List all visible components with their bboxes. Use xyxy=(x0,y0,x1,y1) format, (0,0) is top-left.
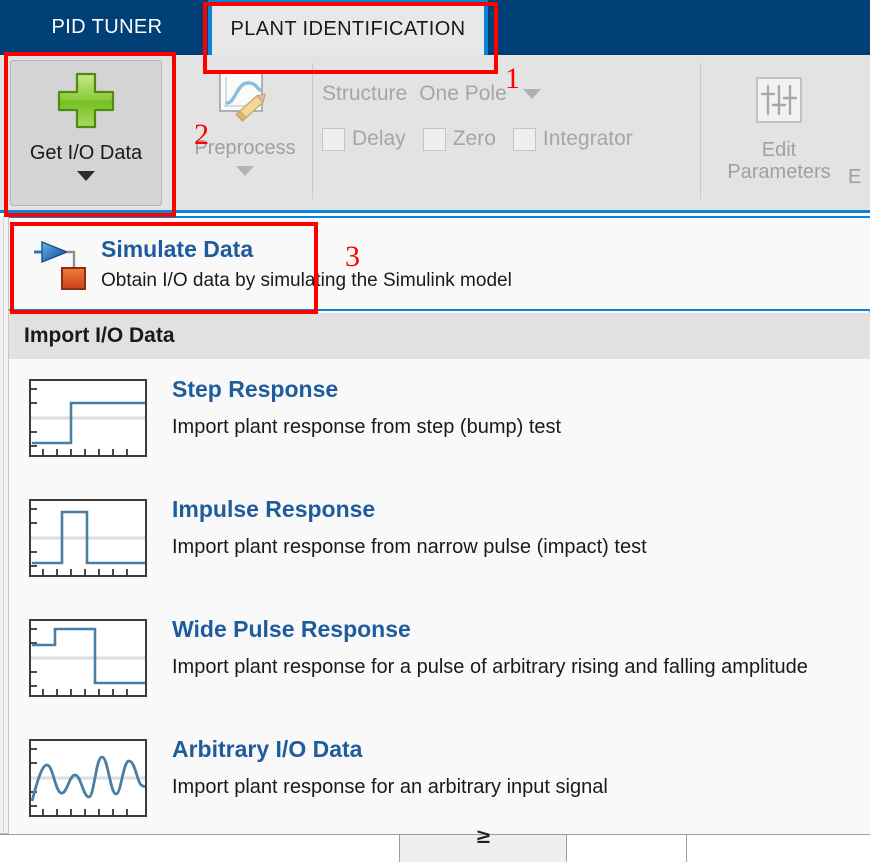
structure-group: Structure One Pole Delay Zero Integrator xyxy=(322,75,692,159)
bottom-status-strip: ≥ xyxy=(0,826,870,862)
checkbox-delay-box[interactable] xyxy=(322,127,345,151)
arbitrary-io-data-description: Import plant response for an arbitrary i… xyxy=(172,776,608,798)
impulse-plot-thumbnail xyxy=(29,499,147,577)
step-response-title: Step Response xyxy=(172,376,339,402)
preprocess-label: Preprocess xyxy=(194,137,296,159)
edit-parameters-label-line2: Parameters xyxy=(727,161,831,184)
menu-item-wide-pulse-response[interactable]: Wide Pulse Response Import plant respons… xyxy=(9,599,870,719)
checkbox-zero-box[interactable] xyxy=(422,127,446,151)
green-plus-icon xyxy=(56,71,116,134)
checkbox-zero-label: Zero xyxy=(452,127,496,150)
simulate-data-description: Obtain I/O data by simulating the Simuli… xyxy=(101,270,512,291)
structure-dropdown-value[interactable]: One Pole xyxy=(419,82,507,106)
clipped-right-label: E xyxy=(848,166,862,188)
plot-pencil-icon xyxy=(217,70,273,129)
get-io-data-label: Get I/O Data xyxy=(29,142,143,164)
wide-pulse-response-description: Import plant response for a pulse of arb… xyxy=(172,656,808,678)
structure-label: Structure xyxy=(322,82,408,105)
edit-parameters-label-line1: Edit xyxy=(761,139,797,161)
chevron-down-icon[interactable] xyxy=(236,166,254,177)
arbitrary-signal-plot-thumbnail xyxy=(29,739,147,817)
edit-parameters-button[interactable]: Edit Parameters xyxy=(720,60,838,206)
bottom-cell-right xyxy=(567,835,687,862)
menu-item-simulate-data[interactable]: Simulate Data Obtain I/O data by simulat… xyxy=(9,216,870,311)
get-io-data-dropdown-menu: Simulate Data Obtain I/O data by simulat… xyxy=(0,216,870,839)
ribbon-tabstrip: PID TUNER PLANT IDENTIFICATION xyxy=(0,0,870,55)
import-io-data-section-header: Import I/O Data xyxy=(9,313,870,359)
checkbox-delay[interactable]: Delay xyxy=(322,127,406,151)
checkbox-integrator[interactable]: Integrator xyxy=(512,127,633,151)
ribbon-separator xyxy=(172,63,173,199)
menu-item-arbitrary-io-data[interactable]: Arbitrary I/O Data Import plant response… xyxy=(9,719,870,839)
impulse-response-description: Import plant response from narrow pulse … xyxy=(172,536,647,558)
bottom-cell-center[interactable]: ≥ xyxy=(400,826,567,862)
bottom-cell-glyph: ≥ xyxy=(476,826,490,848)
simulate-data-title: Simulate Data xyxy=(101,236,254,262)
step-response-description: Import plant response from step (bump) t… xyxy=(172,416,562,438)
wide-pulse-plot-thumbnail xyxy=(29,619,147,697)
ribbon-toolbar: Get I/O Data Preprocess Structure One Po… xyxy=(0,55,870,213)
tab-plant-identification-label: PLANT IDENTIFICATION xyxy=(230,18,466,40)
checkbox-delay-label: Delay xyxy=(352,127,406,150)
ribbon-separator xyxy=(700,63,701,199)
import-io-data-section-label: Import I/O Data xyxy=(24,324,175,347)
tab-pid-tuner-label: PID TUNER xyxy=(51,16,163,38)
checkbox-integrator-box[interactable] xyxy=(512,127,536,151)
pid-tuner-window: PID TUNER PLANT IDENTIFICATION Get I/O D… xyxy=(0,0,870,862)
bottom-cell-left xyxy=(0,835,400,862)
import-io-data-list: Step Response Import plant response from… xyxy=(9,359,870,839)
preprocess-button[interactable]: Preprocess xyxy=(180,60,310,206)
checkbox-integrator-label: Integrator xyxy=(542,127,633,150)
impulse-response-title: Impulse Response xyxy=(172,496,376,522)
sliders-icon xyxy=(753,74,805,131)
get-io-data-button[interactable]: Get I/O Data xyxy=(10,60,162,206)
menu-item-step-response[interactable]: Step Response Import plant response from… xyxy=(9,359,870,479)
arbitrary-io-data-title: Arbitrary I/O Data xyxy=(172,736,363,762)
chevron-down-icon[interactable] xyxy=(522,89,541,99)
menu-item-impulse-response[interactable]: Impulse Response Import plant response f… xyxy=(9,479,870,599)
clipped-right-button[interactable]: E xyxy=(848,60,870,206)
wide-pulse-response-title: Wide Pulse Response xyxy=(172,616,411,642)
chevron-down-icon[interactable] xyxy=(77,171,95,182)
tab-plant-identification[interactable]: PLANT IDENTIFICATION xyxy=(208,0,488,55)
tab-pid-tuner[interactable]: PID TUNER xyxy=(14,0,200,55)
step-plot-thumbnail xyxy=(29,379,147,457)
simulink-gain-block-icon xyxy=(33,240,89,292)
ribbon-separator xyxy=(312,63,313,199)
dropdown-left-rail xyxy=(0,216,9,833)
checkbox-zero[interactable]: Zero xyxy=(422,127,496,151)
